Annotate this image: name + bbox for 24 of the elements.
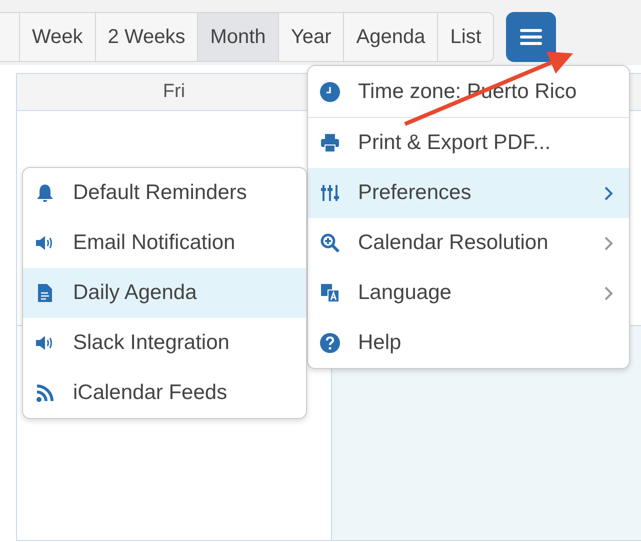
view-tab[interactable]: Month — [198, 13, 279, 61]
menu-item[interactable]: Preferences — [308, 168, 629, 218]
printer-icon — [320, 133, 340, 153]
menu-button[interactable] — [506, 12, 556, 62]
zoom-in-icon — [320, 233, 340, 253]
speaker-icon — [35, 233, 55, 253]
translate-icon — [320, 283, 340, 303]
menu-item[interactable]: iCalendar Feeds — [23, 368, 306, 418]
clock-icon — [320, 82, 340, 102]
speaker-icon — [35, 333, 55, 353]
menu-item[interactable]: Print & Export PDF... — [308, 118, 629, 168]
sliders-icon — [320, 183, 340, 203]
menu-item[interactable]: Help — [308, 318, 629, 368]
menu-item[interactable]: Language — [308, 268, 629, 318]
rss-icon — [35, 383, 55, 403]
menu-item[interactable]: Default Reminders — [23, 168, 306, 218]
menu-item[interactable]: Calendar Resolution — [308, 218, 629, 268]
bell-icon — [35, 183, 55, 203]
document-icon — [35, 283, 55, 303]
menu-item[interactable]: Email Notification — [23, 218, 306, 268]
menu-item[interactable]: Daily Agenda — [23, 268, 306, 318]
menu-icon — [520, 28, 542, 46]
help-icon — [320, 333, 340, 353]
menu-item[interactable]: Slack Integration — [23, 318, 306, 368]
